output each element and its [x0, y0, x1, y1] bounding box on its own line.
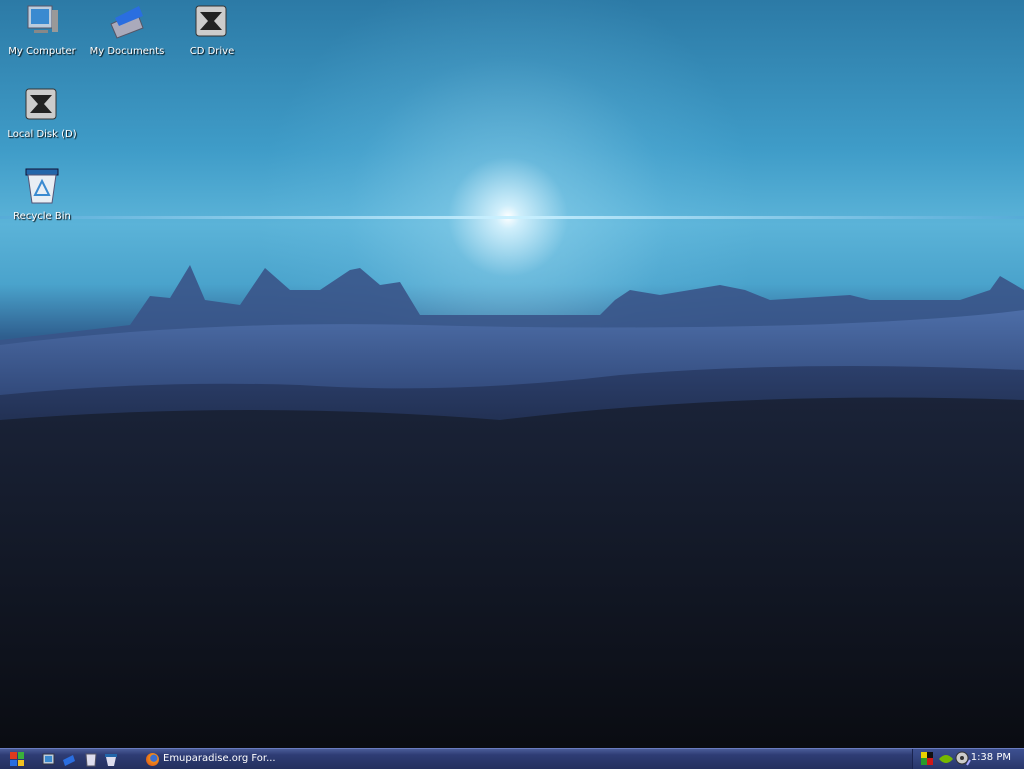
system-tray: 1:38 PM	[912, 749, 1024, 769]
cd-drive-icon	[192, 2, 232, 42]
icon-label: Local Disk (D)	[7, 129, 77, 140]
taskbar: Emuparadise.org For... 1:38 PM	[0, 748, 1024, 769]
mountain-landscape	[0, 265, 1024, 748]
network-icon[interactable]	[921, 752, 935, 766]
taskbar-button-firefox[interactable]: Emuparadise.org For...	[146, 751, 276, 767]
task-label: Emuparadise.org For...	[163, 753, 276, 764]
local-disk-icon	[22, 85, 62, 125]
icon-label: My Documents	[89, 46, 165, 57]
quick-launch-recycle-bin-2[interactable]	[104, 752, 118, 766]
recycle-bin-icon	[85, 753, 97, 767]
desktop-icon-recycle-bin[interactable]: Recycle Bin	[0, 167, 84, 222]
my-documents-icon	[63, 755, 75, 766]
volume-icon[interactable]	[955, 751, 971, 767]
quick-launch-show-desktop[interactable]	[42, 752, 56, 766]
recycle-bin-icon	[22, 167, 62, 207]
my-documents-icon	[107, 2, 147, 42]
show-desktop-icon	[42, 753, 55, 765]
desktop-icon-my-documents[interactable]: My Documents	[85, 2, 169, 57]
firefox-icon	[146, 752, 159, 766]
my-computer-icon	[22, 2, 62, 42]
quick-launch-my-documents[interactable]	[62, 752, 76, 766]
desktop-icon-my-computer[interactable]: My Computer	[0, 2, 84, 57]
icon-label: CD Drive	[189, 46, 235, 57]
icon-label: Recycle Bin	[13, 211, 71, 222]
clock[interactable]: 1:38 PM	[971, 752, 1011, 763]
desktop-icon-cd-drive[interactable]: CD Drive	[170, 2, 254, 57]
recycle-bin-icon	[105, 754, 117, 766]
desktop[interactable]: My Computer My Documents CD Drive Local …	[0, 0, 1024, 748]
desktop-icon-local-disk[interactable]: Local Disk (D)	[0, 85, 84, 140]
nvidia-icon[interactable]	[939, 753, 953, 765]
quick-launch-recycle-bin[interactable]	[84, 752, 98, 767]
start-button[interactable]	[10, 752, 24, 766]
icon-label: My Computer	[8, 46, 76, 57]
